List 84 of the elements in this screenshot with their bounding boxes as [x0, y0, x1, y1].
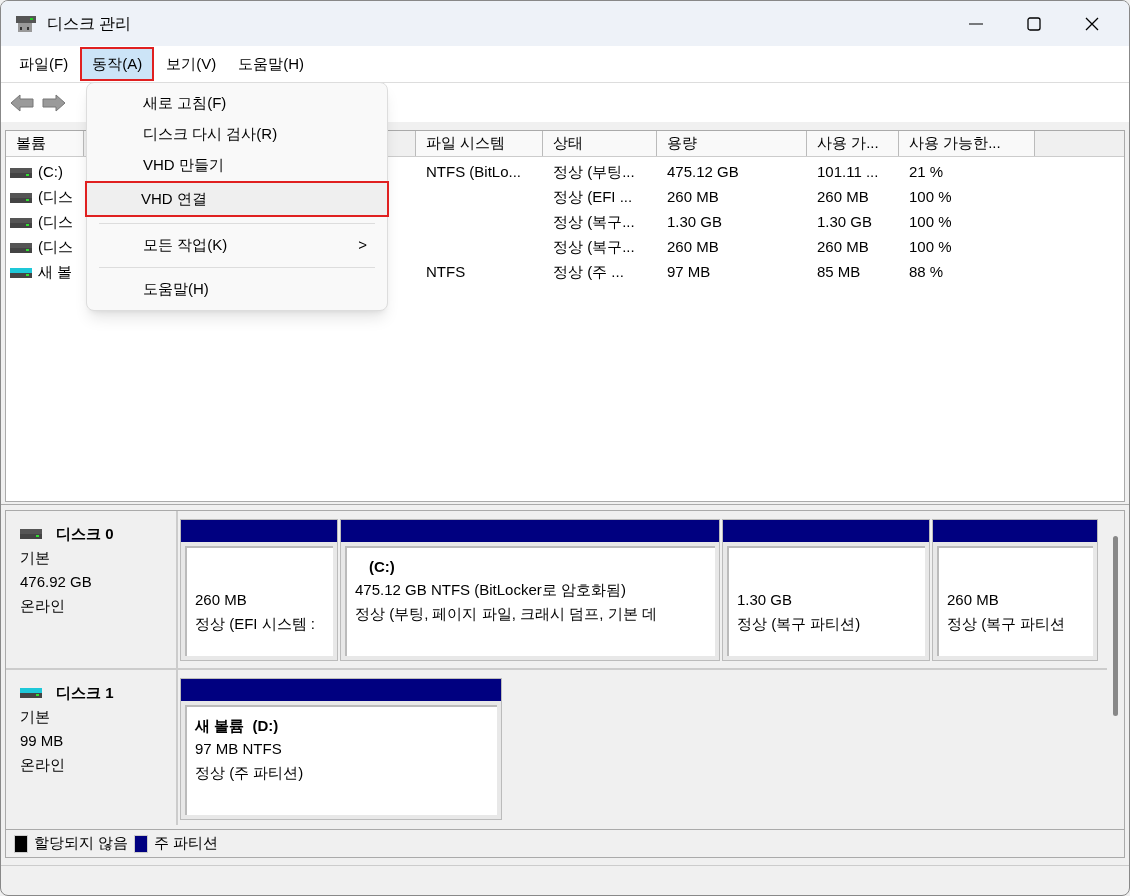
- partition-title: 새 볼륨 (D:): [195, 716, 280, 736]
- column-header[interactable]: 용량: [657, 131, 807, 156]
- close-icon[interactable]: [1085, 16, 1099, 31]
- partition-block[interactable]: 새 볼륨 (D:) 97 MB NTFS 정상 (주 파티션): [180, 678, 502, 820]
- partition-title: (C:): [368, 557, 396, 577]
- partition-info: 260 MB: [947, 590, 1000, 610]
- partition-info: 정상 (복구 파티션): [737, 614, 862, 634]
- table-cell-text: 정상 (부팅...: [553, 162, 635, 183]
- disk-type: 기본: [20, 547, 51, 568]
- table-cell-text: 새 볼: [38, 262, 73, 283]
- column-header[interactable]: 사용 가능한...: [899, 131, 1035, 156]
- scrollbar[interactable]: [1113, 536, 1118, 716]
- menu-bar-item[interactable]: 파일(F): [9, 46, 79, 82]
- column-header[interactable]: 상태: [543, 131, 657, 156]
- partition-info: 1.30 GB: [737, 590, 794, 610]
- partition-block[interactable]: 1.30 GB 정상 (복구 파티션): [722, 519, 930, 661]
- table-cell-text: NTFS (BitLo...: [426, 162, 522, 183]
- disk-name: 디스크 0: [56, 524, 114, 544]
- table-cell-text: 97 MB: [667, 262, 711, 283]
- table-cell-text: 1.30 GB: [667, 212, 723, 233]
- table-cell-text: (디스: [38, 187, 73, 208]
- table-cell-text: 정상 (EFI ...: [553, 187, 633, 208]
- table-cell-text: 88 %: [909, 262, 944, 283]
- disk-name: 디스크 1: [56, 683, 114, 703]
- drive-icon: [10, 267, 32, 278]
- table-cell-text: 475.12 GB: [667, 162, 739, 183]
- forward-arrow-icon[interactable]: [41, 92, 67, 113]
- legend-label: 할당되지 않음: [34, 833, 129, 854]
- table-cell-text: 85 MB: [817, 262, 861, 283]
- drive-icon: [10, 217, 32, 228]
- back-arrow-icon[interactable]: [9, 92, 35, 113]
- table-cell-text: 21 %: [909, 162, 944, 183]
- partition-info: 정상 (부팅, 페이지 파일, 크래시 덤프, 기본 데: [355, 604, 658, 624]
- drive-icon: [10, 167, 32, 178]
- disk-size: 99 MB: [20, 730, 65, 751]
- drive-icon: [10, 242, 32, 253]
- column-header[interactable]: 볼륨: [6, 131, 84, 156]
- drive-icon: [20, 529, 42, 540]
- menu-item[interactable]: 모든 작업(K) >: [87, 230, 387, 261]
- table-cell-text: (C:): [38, 162, 63, 183]
- menu-bar-item[interactable]: 보기(V): [156, 46, 227, 82]
- disk-type: 기본: [20, 706, 51, 727]
- menu-item[interactable]: 디스크 다시 검사(R): [87, 119, 387, 150]
- table-cell-text: 260 MB: [817, 237, 869, 258]
- partition-info: 정상 (복구 파티션: [947, 614, 1067, 634]
- disk-status: 온라인: [20, 595, 66, 616]
- drive-icon: [20, 688, 42, 699]
- table-cell-text: 260 MB: [817, 187, 869, 208]
- table-cell-text: (디스: [38, 237, 73, 258]
- menu-bar-item[interactable]: 동작(A): [80, 46, 155, 82]
- table-cell-text: 1.30 GB: [817, 212, 873, 233]
- maximize-icon[interactable]: [1027, 16, 1041, 31]
- table-cell-text: (디스: [38, 212, 73, 233]
- partition-block[interactable]: 260 MB 정상 (EFI 시스템 :: [180, 519, 338, 661]
- menu-item[interactable]: 도움말(H): [87, 274, 387, 305]
- table-cell-text: 정상 (복구...: [553, 237, 635, 258]
- window-title: 디스크 관리: [47, 13, 132, 34]
- table-cell-text: 100 %: [909, 187, 952, 208]
- legend-label: 주 파티션: [154, 833, 219, 854]
- table-cell-text: NTFS: [426, 262, 466, 283]
- disk-management-icon: [15, 13, 37, 34]
- menu-bar-item[interactable]: 도움말(H): [228, 46, 314, 82]
- table-cell-text: 101.11 ...: [817, 162, 879, 183]
- table-cell-text: 정상 (주 ...: [553, 262, 624, 283]
- table-cell-text: 100 %: [909, 212, 952, 233]
- partition-info: 정상 (주 파티션): [195, 763, 305, 783]
- table-cell-text: 100 %: [909, 237, 952, 258]
- table-cell-text: 정상 (복구...: [553, 212, 635, 233]
- menu-item[interactable]: VHD 연결: [85, 181, 389, 217]
- disk-size: 476.92 GB: [20, 571, 93, 592]
- table-cell-text: 260 MB: [667, 187, 719, 208]
- menu-item[interactable]: VHD 만들기: [87, 150, 387, 181]
- column-header[interactable]: 사용 가...: [807, 131, 899, 156]
- partition-info: 97 MB NTFS: [195, 739, 283, 759]
- partition-info: 260 MB: [195, 590, 248, 610]
- column-header[interactable]: 파일 시스템: [416, 131, 543, 156]
- submenu-arrow: >: [358, 235, 367, 256]
- partition-block[interactable]: 260 MB 정상 (복구 파티션: [932, 519, 1098, 661]
- partition-info: 정상 (EFI 시스템 :: [195, 614, 316, 634]
- partition-info: 475.12 GB NTFS (BitLocker로 암호화됨): [355, 580, 627, 600]
- disk-status: 온라인: [20, 754, 66, 775]
- partition-block[interactable]: (C:) 475.12 GB NTFS (BitLocker로 암호화됨) 정상 (부팅, 페이지 파일, 크래시 덤프, 기본 데: [340, 519, 720, 661]
- table-cell-text: 260 MB: [667, 237, 719, 258]
- drive-icon: [10, 192, 32, 203]
